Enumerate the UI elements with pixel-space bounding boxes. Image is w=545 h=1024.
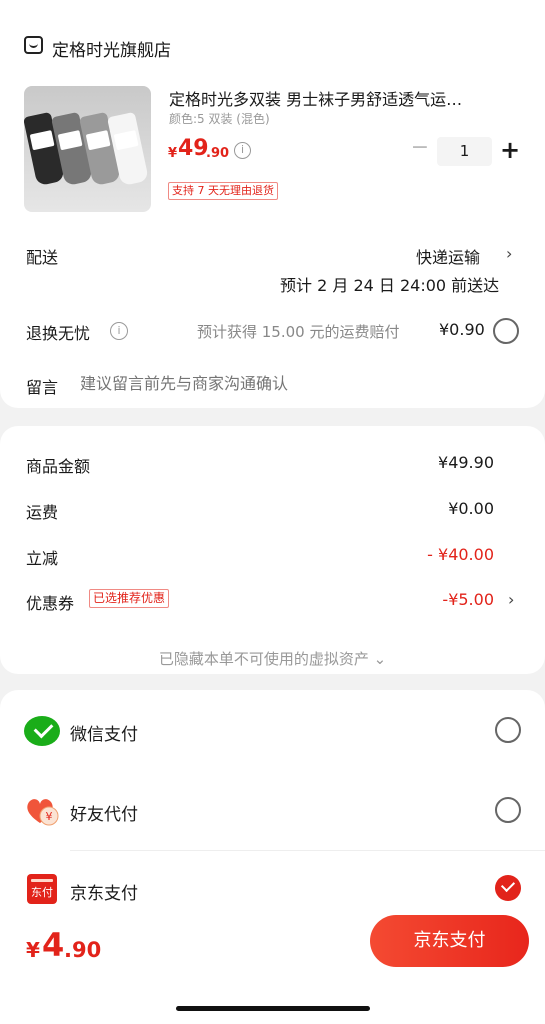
friend-pay-icon: ¥ — [25, 796, 59, 826]
total-symbol: ¥ — [26, 938, 40, 962]
divider — [70, 850, 545, 851]
delivery-eta: 预计 2 月 24 日 24:00 前送达 — [280, 276, 500, 295]
total-integer: 4 — [42, 926, 65, 964]
friend-pay-radio[interactable] — [495, 797, 521, 823]
product-title[interactable]: 定格时光多双装 男士袜子男舒适透气运… — [169, 86, 519, 110]
chevron-right-icon[interactable]: › — [506, 244, 512, 263]
home-indicator[interactable] — [176, 1006, 370, 1011]
shipping-fee-value: ¥0.00 — [448, 499, 494, 518]
return-policy-badge: 支持 7 天无理由退货 — [168, 182, 278, 200]
exchange-radio[interactable] — [493, 318, 519, 344]
exchange-label: 退换无忧 — [26, 324, 91, 343]
exchange-price: ¥0.90 — [439, 320, 485, 339]
shipping-fee-label: 运费 — [26, 503, 59, 522]
goods-amount-label: 商品金额 — [26, 457, 91, 476]
exchange-description: 预计获得 15.00 元的运费赔付 — [197, 323, 400, 341]
product-image[interactable] — [24, 86, 151, 212]
coupon-badge: 已选推荐优惠 — [89, 589, 170, 608]
shop-name[interactable]: 定格时光旗舰店 — [52, 36, 171, 61]
jd-pay-icon-text: 东付 — [31, 886, 53, 899]
svg-text:¥: ¥ — [46, 810, 53, 823]
total-decimal: .90 — [64, 938, 102, 962]
hidden-assets-toggle[interactable]: 已隐藏本单不可使用的虚拟资产 ⌄ — [0, 648, 545, 669]
delivery-method[interactable]: 快递运输 — [416, 244, 480, 268]
info-icon[interactable]: i — [110, 322, 128, 340]
coupon-label: 优惠券 — [26, 594, 75, 613]
message-input[interactable] — [80, 374, 500, 393]
info-icon[interactable]: i — [234, 142, 251, 159]
price-decimal: .90 — [206, 146, 230, 161]
pay-button[interactable]: 京东支付 — [370, 915, 529, 967]
quantity-input[interactable]: 1 — [437, 137, 492, 166]
increase-quantity-button[interactable]: + — [500, 137, 520, 163]
jd-pay-icon: 东付 — [27, 874, 57, 904]
wechat-pay-label[interactable]: 微信支付 — [70, 720, 138, 745]
friend-pay-label[interactable]: 好友代付 — [70, 800, 138, 825]
wechat-pay-icon — [24, 716, 60, 746]
wechat-pay-radio[interactable] — [495, 717, 521, 743]
price-integer: 49 — [178, 136, 209, 161]
delivery-label: 配送 — [26, 248, 59, 267]
goods-amount-value: ¥49.90 — [438, 453, 494, 472]
jd-pay-radio-checked[interactable] — [495, 875, 521, 901]
message-label: 留言 — [26, 378, 59, 397]
chevron-right-icon[interactable]: › — [508, 590, 514, 609]
price-symbol: ¥ — [168, 146, 178, 161]
shop-icon — [24, 36, 43, 54]
decrease-quantity-button[interactable]: − — [410, 137, 430, 159]
product-spec: 颜色:5 双装 (混色) — [169, 112, 270, 126]
jd-pay-label[interactable]: 京东支付 — [70, 879, 138, 904]
coupon-value[interactable]: -¥5.00 — [344, 590, 494, 609]
discount-label: 立减 — [26, 549, 59, 568]
discount-value: - ¥40.00 — [427, 545, 494, 564]
